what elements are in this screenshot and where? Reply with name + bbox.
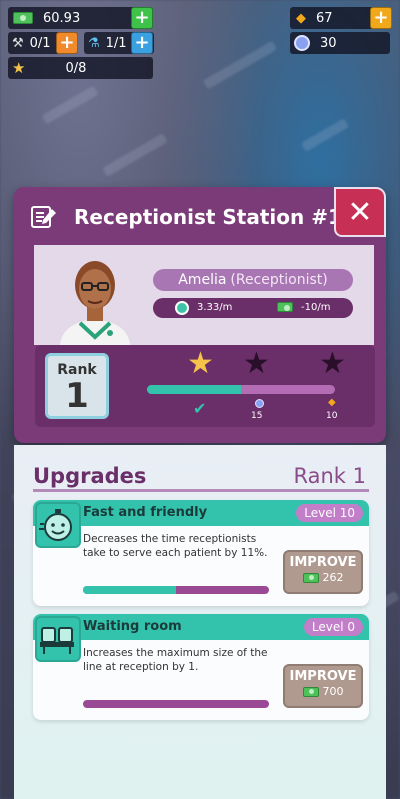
receptionist-avatar <box>50 245 140 345</box>
upgrade-name: Fast and friendly <box>83 505 208 520</box>
cash-value: 60.93 <box>43 10 81 26</box>
crystal-reward-icon <box>255 399 264 408</box>
add-researcher-button[interactable]: + <box>131 32 153 54</box>
rank-progress-fill <box>147 385 241 394</box>
upgrades-rank: Rank 1 <box>293 464 366 488</box>
star-icon: ★ <box>12 59 26 77</box>
cash-icon <box>302 686 319 697</box>
upgrade-name: Waiting room <box>83 619 182 634</box>
star-earned-icon: ★ <box>187 346 214 381</box>
add-builder-button[interactable]: + <box>56 32 78 54</box>
improve-label: IMPROVE <box>289 555 357 570</box>
upgrades-title: Upgrades <box>33 464 147 488</box>
staff-role: (Receptionist) <box>230 272 328 288</box>
service-rate: 3.33/m <box>197 302 233 313</box>
staff-name-pill: Amelia (Receptionist) <box>153 269 353 291</box>
builders-value: 0/1 <box>29 35 51 51</box>
staff-name: Amelia <box>178 272 227 288</box>
stopwatch-smile-icon <box>35 502 81 548</box>
upgrade-description: Decreases the time receptionists take to… <box>83 533 268 559</box>
add-gems-button[interactable]: + <box>370 7 392 29</box>
star-locked-icon: ★ <box>243 346 270 381</box>
checkmark-icon: ✔ <box>193 399 207 418</box>
upgrade-card-fast-and-friendly: Fast and friendly Level 10 Decreases the… <box>33 500 369 606</box>
cash-icon <box>277 302 293 312</box>
gem-reward-icon: ◆ <box>328 397 336 408</box>
crystal-reward-value: 15 <box>251 411 263 421</box>
waiting-chairs-icon <box>35 616 81 662</box>
staff-stats-pill: 3.33/m -10/m <box>153 298 353 318</box>
researchers-value: 1/1 <box>105 35 127 51</box>
station-panel: Receptionist Station #1 ✕ Amelia (Recept… <box>14 187 386 443</box>
crystals-counter: 30 <box>290 32 390 54</box>
upgrade-card-waiting-room: Waiting room Level 0 Increases the maxim… <box>33 614 369 720</box>
cash-icon <box>302 572 319 583</box>
rank-number: 1 <box>65 376 89 416</box>
upgrade-level: Level 0 <box>303 618 363 636</box>
upgrade-description: Increases the maximum size of the line a… <box>83 647 268 673</box>
stars-counter: ★ 0/8 <box>8 57 153 79</box>
rank-progress-bar <box>147 385 335 394</box>
divider <box>33 489 369 492</box>
upgrade-level: Level 10 <box>296 504 363 522</box>
cash-icon <box>13 12 33 24</box>
close-button[interactable]: ✕ <box>334 187 386 237</box>
upgrade-progress-fill <box>83 586 176 594</box>
rank-panel: Rank 1 ★ ★ ★ ✔ 15 ◆ 10 <box>35 345 375 427</box>
improve-button[interactable]: IMPROVE 262 <box>283 550 363 594</box>
upgrade-progress-bar <box>83 700 269 708</box>
improve-cost: 700 <box>322 685 344 698</box>
star-locked-icon: ★ <box>319 346 346 381</box>
microscope-icon: ⚗ <box>88 35 100 51</box>
station-title: Receptionist Station #1 <box>74 205 342 229</box>
improve-label: IMPROVE <box>289 669 357 684</box>
gems-value: 67 <box>316 10 333 26</box>
rank-badge: Rank 1 <box>45 353 109 419</box>
gem-icon: ◆ <box>296 10 306 26</box>
station-header: Receptionist Station #1 <box>14 187 386 245</box>
crystals-value: 30 <box>320 35 337 51</box>
upgrades-section: Upgrades Rank 1 Fast and friendly Level … <box>14 445 386 799</box>
add-cash-button[interactable]: + <box>131 7 153 29</box>
clock-icon <box>175 301 189 315</box>
edit-note-icon[interactable] <box>30 205 58 229</box>
hammer-icon: ⚒ <box>12 35 24 51</box>
improve-cost: 262 <box>322 571 344 584</box>
gem-reward-value: 10 <box>326 411 338 421</box>
crystal-icon <box>294 35 310 51</box>
wage-value: -10/m <box>301 302 331 313</box>
stars-value: 0/8 <box>65 60 87 76</box>
upgrade-progress-bar <box>83 586 269 594</box>
improve-button[interactable]: IMPROVE 700 <box>283 664 363 708</box>
